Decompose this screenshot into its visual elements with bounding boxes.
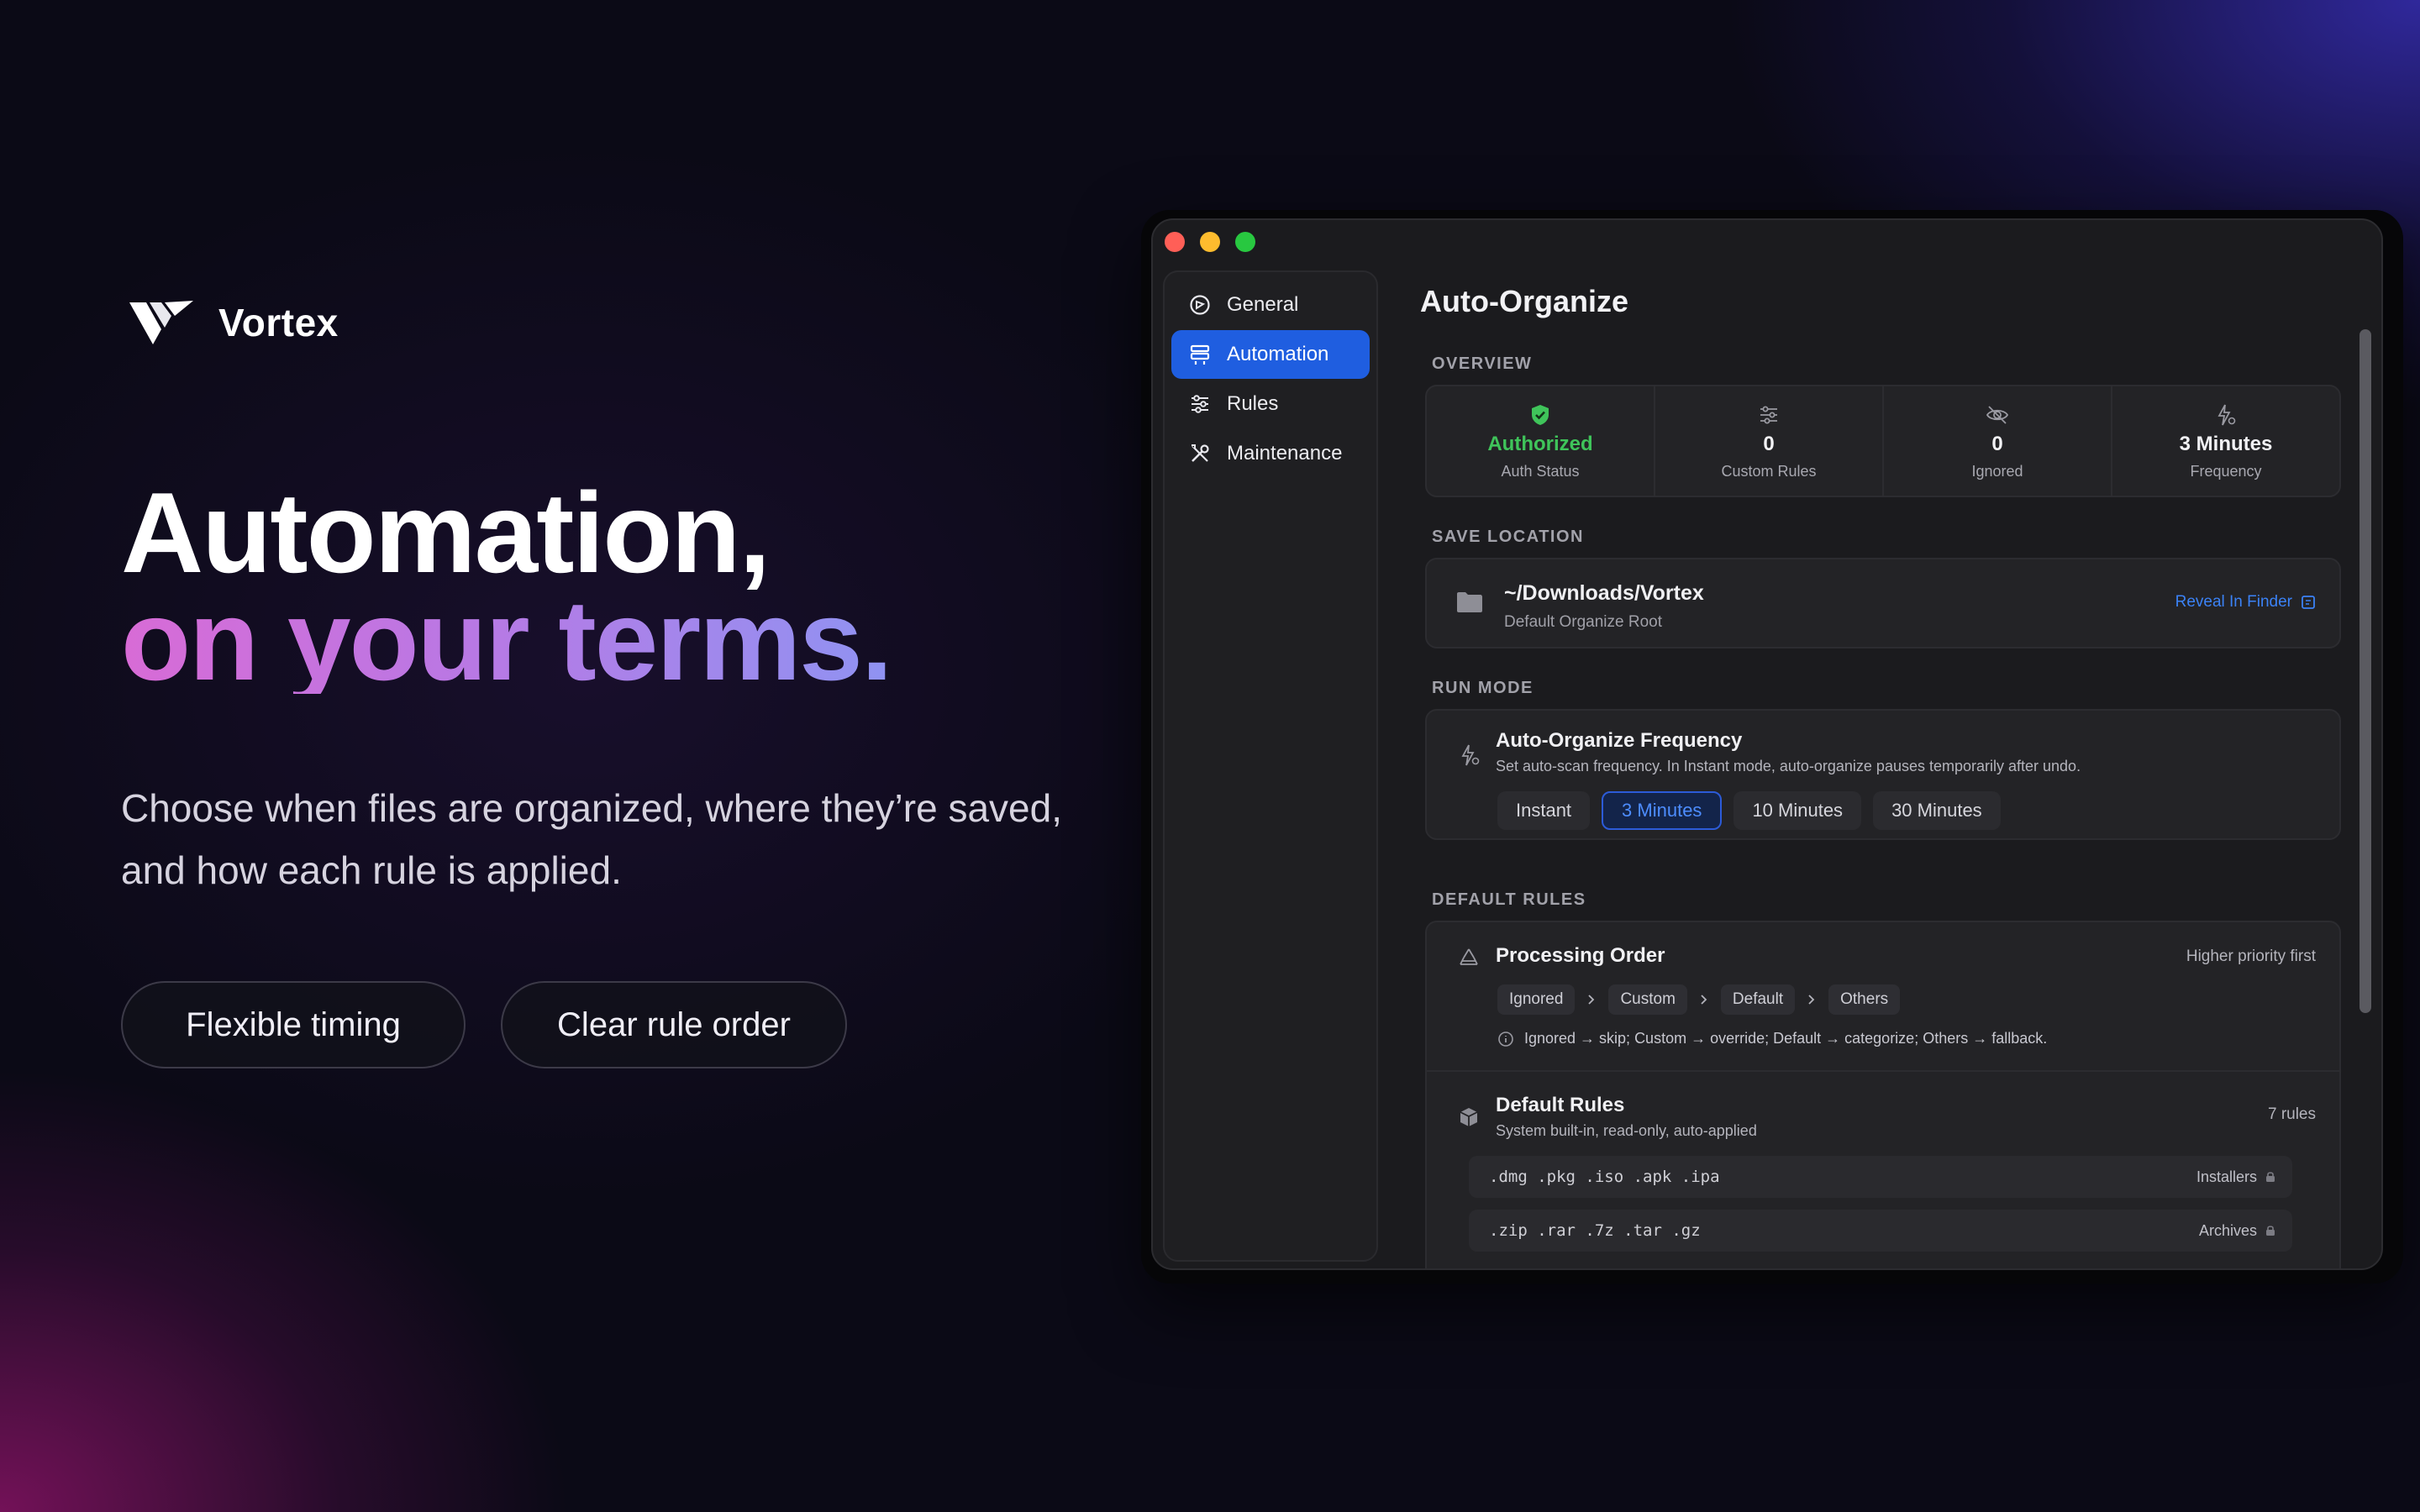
processing-order-hint: Higher priority first: [2186, 948, 2316, 965]
brand: Vortex: [128, 296, 339, 349]
lock-icon: [2266, 1172, 2275, 1182]
clear-rule-order-pill[interactable]: Clear rule order: [501, 981, 847, 1068]
stat-value: Authorized: [1487, 432, 1593, 455]
stat-label: Ignored: [1971, 462, 2023, 480]
section-heading-default-rules: DEFAULT RULES: [1432, 890, 1586, 909]
stat-value: 0: [1763, 432, 1775, 455]
rule-row-installers: .dmg .pkg .iso .apk .ipa Installers: [1469, 1156, 2292, 1198]
run-mode-card: Auto-Organize Frequency Set auto-scan fr…: [1425, 709, 2341, 840]
sidebar-item-general[interactable]: General: [1171, 281, 1370, 329]
zoom-window-button[interactable]: [1235, 232, 1255, 252]
page-title: Auto-Organize: [1420, 284, 1628, 318]
processing-order-note-text: Ignored → skip; Custom → override; Defau…: [1524, 1030, 2048, 1047]
default-rules-title: Default Rules: [1496, 1094, 1625, 1116]
sidebar: General Automation Rules Maintenance: [1163, 270, 1378, 1262]
main-content: Auto-Organize OVERVIEW Authorized Auth S…: [1397, 220, 2381, 1268]
default-rules-description: System built-in, read-only, auto-applied: [1496, 1122, 1757, 1139]
app-window: General Automation Rules Maintenance Aut…: [1151, 218, 2383, 1270]
processing-order-chain: Ignored Custom Default Others: [1497, 984, 1901, 1015]
stat-label: Frequency: [2190, 462, 2262, 480]
sidebar-item-label: Automation: [1227, 343, 1329, 365]
frequency-options: Instant 3 Minutes 10 Minutes 30 Minutes: [1497, 791, 2001, 830]
chevron-right-icon: [1588, 995, 1595, 1005]
rule-category-label: Archives: [2198, 1221, 2257, 1239]
shield-check-icon: [1532, 404, 1549, 425]
stat-label: Auth Status: [1501, 462, 1580, 480]
section-heading-overview: OVERVIEW: [1432, 354, 1533, 373]
general-icon: [1190, 295, 1210, 315]
recycle-icon: [1460, 948, 1478, 965]
save-location-card: ~/Downloads/Vortex Default Organize Root…: [1425, 558, 2341, 648]
sidebar-item-label: General: [1227, 293, 1299, 316]
order-tag-default: Default: [1720, 984, 1796, 1015]
order-tag-others: Others: [1828, 984, 1901, 1015]
stat-ignored: 0 Ignored: [1884, 386, 2112, 496]
subtitle-line-2: and how each rule is applied.: [121, 848, 622, 892]
section-heading-run-mode: RUN MODE: [1432, 679, 1534, 697]
hero-subtitle: Choose when files are organized, where t…: [121, 777, 1163, 901]
frequency-option-instant[interactable]: Instant: [1497, 791, 1591, 830]
info-icon: [1498, 1031, 1513, 1047]
folder-icon: [1457, 592, 1482, 612]
order-tag-ignored: Ignored: [1497, 984, 1576, 1015]
headline-line-2: on your terms.: [121, 576, 893, 704]
cube-icon: [1460, 1108, 1478, 1126]
stat-value: 3 Minutes: [2179, 432, 2273, 455]
brand-name: Vortex: [218, 301, 339, 344]
tools-icon: [1192, 444, 1209, 462]
stat-custom-rules: 0 Custom Rules: [1655, 386, 1884, 496]
external-link-icon: [2302, 596, 2315, 609]
default-rules-count: 7 rules: [2267, 1105, 2316, 1123]
frequency-title: Auto-Organize Frequency: [1496, 729, 1743, 752]
sliders-icon: [1760, 406, 1777, 423]
minimize-window-button[interactable]: [1200, 232, 1220, 252]
order-tag-custom: Custom: [1608, 984, 1687, 1015]
frequency-option-30-minutes[interactable]: 30 Minutes: [1873, 791, 2001, 830]
stat-frequency: 3 Minutes Frequency: [2112, 386, 2339, 496]
hero-headline: Automation, on your terms.: [121, 469, 893, 704]
close-window-button[interactable]: [1165, 232, 1185, 252]
save-path-description: Default Organize Root: [1504, 613, 1662, 631]
rule-extensions: .zip .rar .7z .tar .gz: [1489, 1221, 1701, 1240]
frequency-option-3-minutes[interactable]: 3 Minutes: [1602, 791, 1723, 830]
sidebar-item-automation[interactable]: Automation: [1171, 330, 1370, 379]
processing-order-note: Ignored → skip; Custom → override; Defau…: [1497, 1030, 2047, 1047]
sliders-icon: [1192, 395, 1208, 413]
traffic-lights: [1165, 232, 1255, 252]
bolt-icon: [2217, 404, 2236, 425]
rule-category: Archives: [2199, 1222, 2275, 1240]
frequency-description: Set auto-scan frequency. In Instant mode…: [1496, 758, 2081, 774]
lock-icon: [2266, 1226, 2275, 1236]
overview-card: Authorized Auth Status 0 Custom Rules 0 …: [1425, 385, 2341, 497]
save-path: ~/Downloads/Vortex: [1504, 581, 1704, 605]
flexible-timing-pill[interactable]: Flexible timing: [121, 981, 466, 1068]
reveal-in-finder-label: Reveal In Finder: [2175, 593, 2292, 611]
vortex-logo-icon: [129, 301, 193, 344]
rule-category-label: Installers: [2196, 1168, 2257, 1185]
subtitle-line-1: Choose when files are organized, where t…: [121, 786, 1062, 830]
divider: [1427, 1070, 2339, 1072]
sidebar-item-maintenance[interactable]: Maintenance: [1171, 429, 1370, 478]
eye-slash-icon: [1986, 405, 2009, 424]
chevron-right-icon: [1701, 995, 1707, 1005]
sidebar-item-label: Rules: [1227, 392, 1279, 415]
headline-line-1: Automation,: [121, 469, 771, 596]
stat-label: Custom Rules: [1721, 462, 1817, 480]
sidebar-item-rules[interactable]: Rules: [1171, 380, 1370, 428]
stat-auth-status: Authorized Auth Status: [1427, 386, 1655, 496]
automation-icon: [1190, 344, 1210, 365]
scrollbar[interactable]: [2360, 329, 2371, 1013]
bolt-icon: [1461, 744, 1480, 766]
rule-extensions: .dmg .pkg .iso .apk .ipa: [1489, 1168, 1720, 1186]
stat-value: 0: [1991, 432, 2003, 455]
frequency-option-10-minutes[interactable]: 10 Minutes: [1733, 791, 1862, 830]
chevron-right-icon: [1808, 995, 1815, 1005]
rule-row-archives: .zip .rar .7z .tar .gz Archives: [1469, 1210, 2292, 1252]
rule-category: Installers: [2196, 1168, 2275, 1186]
section-heading-save-location: SAVE LOCATION: [1432, 528, 1584, 546]
sidebar-item-label: Maintenance: [1227, 442, 1343, 465]
processing-order-title: Processing Order: [1496, 944, 1665, 967]
reveal-in-finder-button[interactable]: Reveal In Finder: [2175, 593, 2316, 612]
